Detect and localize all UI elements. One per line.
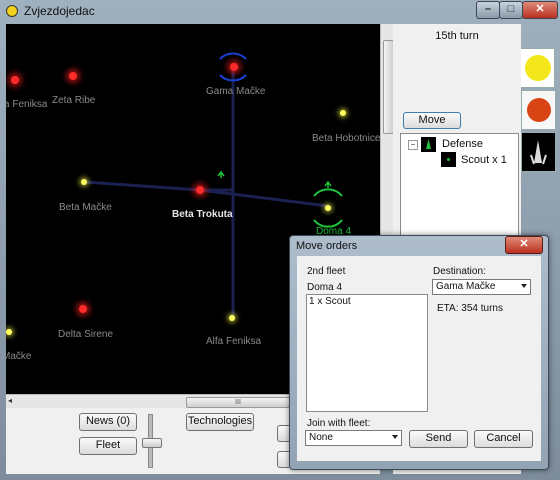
technologies-button[interactable]: Technologies <box>186 413 254 431</box>
star[interactable] <box>230 63 238 71</box>
tree-item-defense[interactable]: Defense <box>442 138 483 150</box>
chevron-down-icon <box>392 435 398 439</box>
star-label: Delta Sirene <box>58 329 114 340</box>
star-label: Beta Hobotnice <box>312 133 380 144</box>
lane <box>199 188 329 208</box>
collapse-icon[interactable]: − <box>408 140 418 150</box>
dialog-close-button[interactable]: ✕ <box>505 236 543 254</box>
news-button[interactable]: News (0) <box>79 413 137 431</box>
tab-ship[interactable] <box>521 132 556 172</box>
join-fleet-label: Join with fleet: <box>307 418 371 429</box>
star-label: Alfa Feniksa <box>206 336 262 347</box>
destination-label: Destination: <box>433 266 486 277</box>
star[interactable] <box>325 205 331 211</box>
units-list[interactable]: 1 x Scout <box>306 294 428 412</box>
fleet-name: 2nd fleet <box>307 266 346 277</box>
star[interactable] <box>229 315 235 321</box>
star[interactable] <box>196 186 204 194</box>
scroll-grip: III <box>235 399 241 406</box>
scroll-thumb[interactable]: III <box>186 397 290 408</box>
move-button[interactable]: Move <box>403 112 461 129</box>
tree-item-scout[interactable]: Scout x 1 <box>461 154 507 166</box>
fleet-button[interactable]: Fleet <box>79 437 137 455</box>
tab-planet[interactable] <box>521 90 556 130</box>
join-fleet-value: None <box>309 432 333 443</box>
star-label: Gama Mačke <box>206 86 266 97</box>
scout-icon <box>441 152 456 167</box>
zoom-slider-thumb[interactable] <box>142 438 162 448</box>
scroll-left-arrow-icon[interactable]: ◂ <box>8 396 12 405</box>
star-label: Beta Mačke <box>59 202 112 213</box>
fleet-location: Doma 4 <box>307 282 343 293</box>
join-fleet-select[interactable]: None <box>305 430 402 446</box>
eta-text: ETA: 354 turns <box>437 303 503 314</box>
star[interactable] <box>11 76 19 84</box>
destination-select[interactable]: Gama Mačke <box>432 279 531 295</box>
cancel-button[interactable]: Cancel <box>474 430 533 448</box>
star-label: Zeta Ribe <box>52 95 96 106</box>
window-title: Zvjezdojedac <box>24 4 95 18</box>
list-item[interactable]: 1 x Scout <box>309 296 351 307</box>
app-icon <box>6 5 18 17</box>
star[interactable] <box>81 179 87 185</box>
star-label: a Feniksa <box>6 99 48 110</box>
defense-icon <box>421 137 436 152</box>
close-button[interactable]: ✕ <box>522 1 558 19</box>
star[interactable] <box>69 72 77 80</box>
tab-sun[interactable] <box>521 48 555 88</box>
star[interactable] <box>340 110 346 116</box>
destination-value: Gama Mačke <box>436 281 496 292</box>
turn-counter: 15th turn <box>435 30 479 42</box>
chevron-down-icon <box>521 284 527 288</box>
send-button[interactable]: Send <box>409 430 468 448</box>
star[interactable] <box>79 305 87 313</box>
star-label: Mačke <box>6 351 32 362</box>
minimize-button[interactable]: – <box>476 1 500 19</box>
lane <box>83 180 201 192</box>
fleet-marker[interactable] <box>324 180 332 188</box>
fleet-marker[interactable] <box>217 170 225 178</box>
dialog-title: Move orders <box>296 240 358 252</box>
star[interactable] <box>6 329 12 335</box>
maximize-button[interactable]: □ <box>499 1 523 19</box>
star-label: Beta Trokuta <box>172 209 233 220</box>
